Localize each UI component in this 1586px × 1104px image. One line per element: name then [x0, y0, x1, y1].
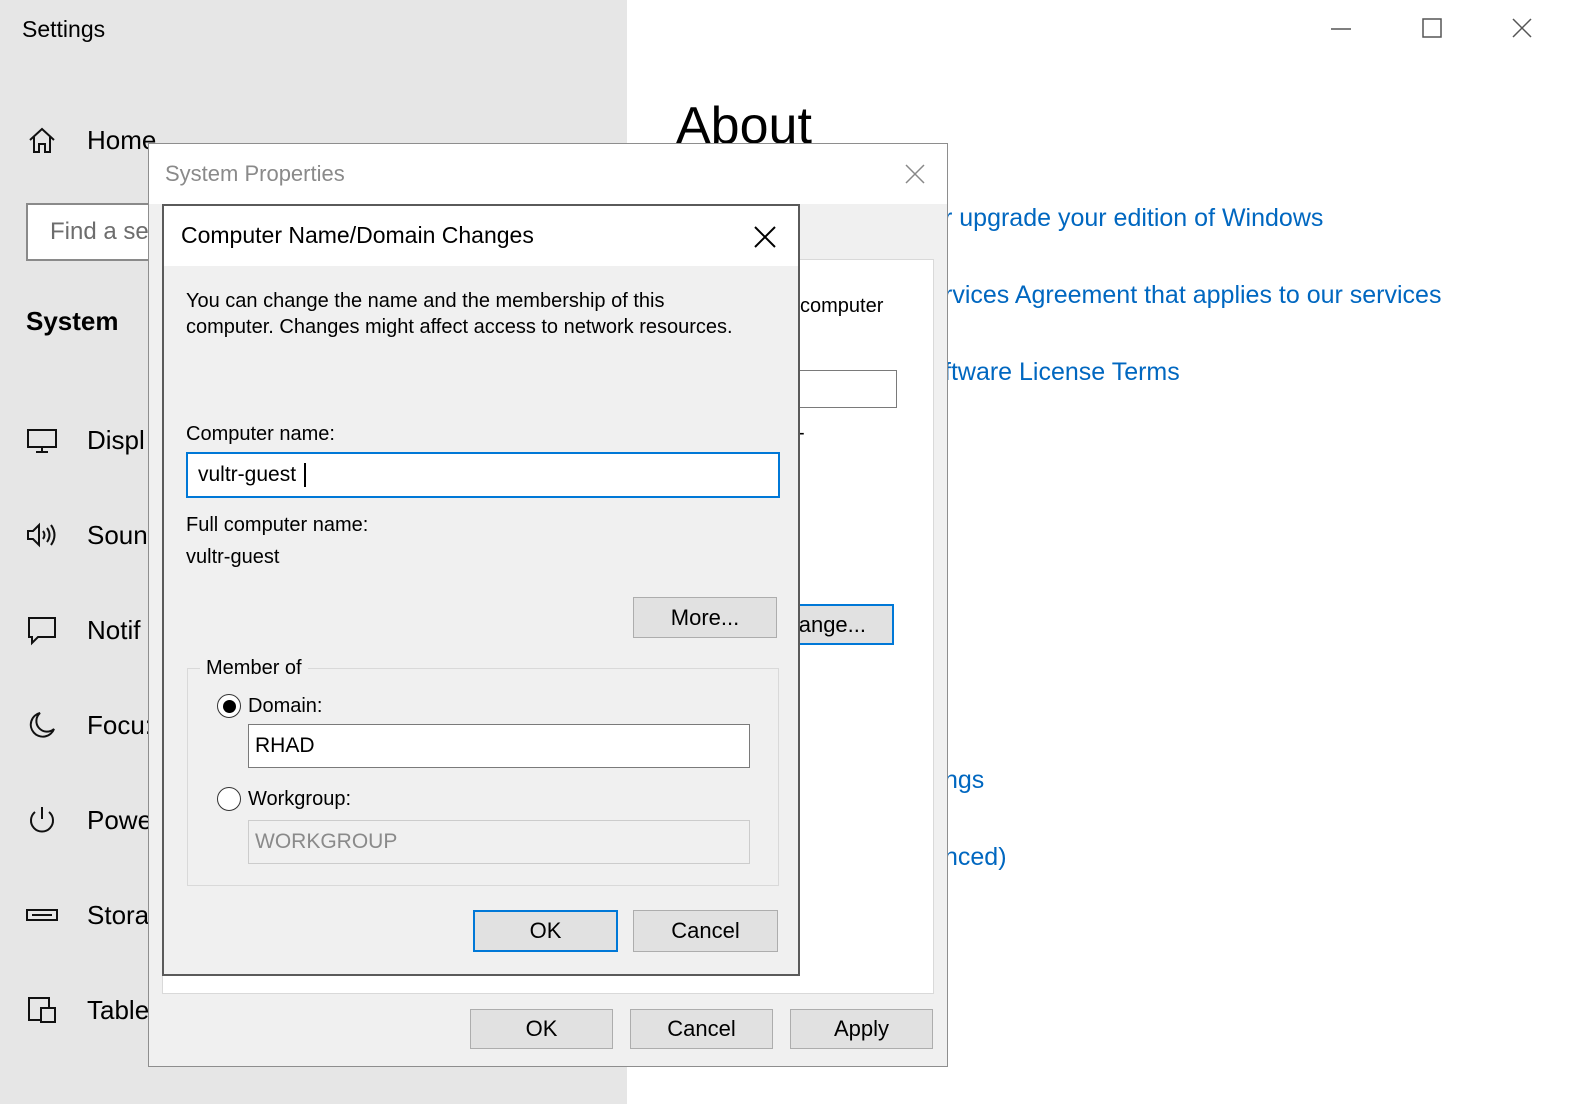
system-properties-apply-button[interactable]: Apply — [790, 1009, 933, 1049]
maximize-button[interactable] — [1407, 8, 1457, 48]
workgroup-radio[interactable] — [217, 787, 241, 811]
computer-name-dialog-close-button[interactable] — [746, 218, 784, 256]
domain-label: Domain: — [248, 695, 323, 717]
nav-tablet-label: Table — [87, 994, 150, 1025]
domain-value: RHAD — [255, 734, 315, 757]
close-window-button[interactable] — [1497, 8, 1547, 48]
system-properties-cancel-button[interactable]: Cancel — [630, 1009, 773, 1049]
computer-name-input[interactable]: vultr-guest — [186, 452, 780, 498]
system-properties-title: System Properties — [165, 161, 345, 186]
radio-selected-dot — [222, 699, 236, 713]
workgroup-label: Workgroup: — [248, 788, 352, 810]
link-license-terms[interactable]: ftware License Terms — [944, 358, 1180, 387]
maximize-icon — [1422, 18, 1442, 38]
description-line-1: You can change the name and the membersh… — [186, 290, 665, 312]
workgroup-value: WORKGROUP — [255, 830, 398, 853]
notifications-icon — [24, 612, 60, 648]
nav-display-label: Displ — [87, 424, 145, 455]
domain-input[interactable]: RHAD — [248, 724, 750, 768]
workgroup-input: WORKGROUP — [248, 820, 750, 864]
power-icon — [24, 802, 60, 838]
nav-tablet[interactable]: Table — [24, 988, 149, 1032]
close-icon — [905, 164, 925, 184]
nav-power[interactable]: Powe — [24, 798, 152, 842]
nav-focus-assist-label: Focu: — [87, 709, 153, 740]
nav-notifications[interactable]: Notif — [24, 608, 140, 652]
member-of-label: Member of — [200, 657, 308, 680]
full-computer-name-value: vultr-guest — [186, 546, 280, 568]
minimize-icon — [1331, 28, 1351, 30]
text-caret — [304, 463, 307, 487]
storage-icon — [24, 897, 60, 933]
link-services-agreement[interactable]: rvices Agreement that applies to our ser… — [944, 281, 1441, 310]
link-settings[interactable]: ngs — [944, 766, 984, 795]
computer-name-domain-dialog: Computer Name/Domain Changes You can cha… — [162, 204, 800, 976]
nav-storage[interactable]: Stora — [24, 893, 149, 937]
close-icon — [754, 226, 776, 248]
computer-name-label: Computer name: — [186, 423, 335, 445]
domain-radio[interactable] — [217, 694, 241, 718]
link-advanced[interactable]: nced) — [944, 843, 1007, 872]
tablet-icon — [24, 992, 60, 1028]
nav-section-system: System — [26, 306, 119, 336]
nav-sound-label: Soun — [87, 519, 148, 550]
close-icon — [1512, 18, 1532, 38]
link-upgrade-edition[interactable]: r upgrade your edition of Windows — [944, 204, 1323, 233]
display-icon — [24, 422, 60, 458]
system-properties-ok-button[interactable]: OK — [470, 1009, 613, 1049]
system-properties-close-button[interactable] — [897, 156, 933, 192]
nav-home-label: Home — [87, 124, 157, 155]
cancel-button[interactable]: Cancel — [633, 910, 778, 952]
nav-sound[interactable]: Soun — [24, 513, 148, 557]
nav-display[interactable]: Displ — [24, 418, 145, 462]
nav-home[interactable]: Home — [24, 118, 156, 162]
nav-notifications-label: Notif — [87, 614, 141, 645]
computer-name-value: vultr-guest — [198, 463, 297, 486]
ok-button[interactable]: OK — [473, 910, 618, 952]
sound-icon — [24, 517, 60, 553]
background-description-field — [789, 370, 897, 408]
nav-power-label: Powe — [87, 804, 153, 835]
description-line-2: computer. Changes might affect access to… — [186, 316, 733, 338]
background-label-computer: computer — [800, 295, 884, 317]
home-icon — [24, 122, 60, 158]
nav-focus-assist[interactable]: Focu: — [24, 703, 152, 747]
minimize-button[interactable] — [1316, 8, 1366, 48]
app-title: Settings — [22, 16, 106, 42]
focus-assist-icon — [24, 707, 60, 743]
computer-name-dialog-title: Computer Name/Domain Changes — [181, 222, 534, 248]
full-computer-name-label: Full computer name: — [186, 514, 369, 536]
more-button[interactable]: More... — [633, 597, 777, 638]
nav-storage-label: Stora — [87, 899, 150, 930]
